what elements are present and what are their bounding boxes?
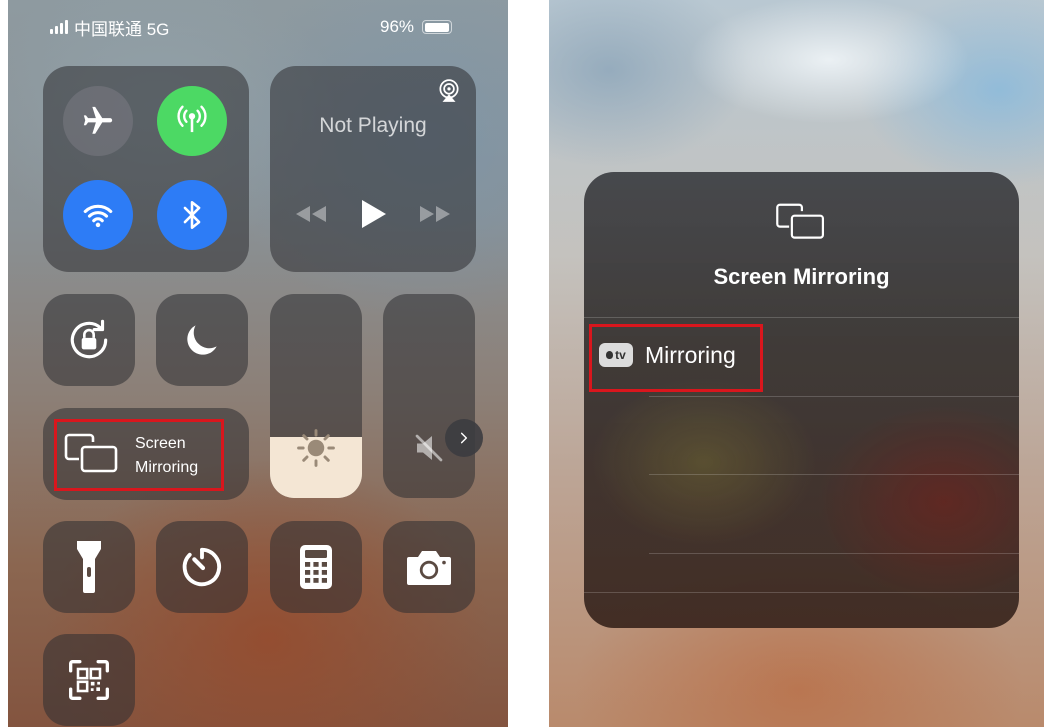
cellular-data-toggle[interactable] — [157, 86, 227, 156]
screen-mirroring-sheet: Screen Mirroring tv Mirroring — [584, 172, 1019, 628]
antenna-icon — [177, 105, 207, 133]
connectivity-tile — [43, 66, 249, 272]
sheet-title: Screen Mirroring — [713, 264, 890, 289]
bluetooth-icon — [183, 200, 201, 230]
airplane-mode-toggle[interactable] — [63, 86, 133, 156]
battery-percent: 96% — [380, 17, 415, 36]
now-playing-tile[interactable]: Not Playing — [270, 66, 476, 272]
screen-mirroring-icon — [776, 203, 825, 239]
calculator-icon — [300, 545, 332, 589]
qr-scanner-button[interactable] — [43, 634, 135, 726]
highlight-box-screen-mirroring — [54, 419, 224, 491]
divider — [584, 592, 1019, 593]
airplane-icon — [83, 106, 113, 134]
media-controls — [270, 198, 476, 230]
chevron-right-icon — [460, 432, 468, 444]
battery-icon — [422, 20, 453, 34]
rotation-lock-icon — [70, 319, 108, 359]
screen-mirroring-panel: Screen Mirroring tv Mirroring — [549, 0, 1044, 727]
divider — [649, 474, 1019, 475]
flashlight-button[interactable] — [43, 521, 135, 613]
brightness-slider[interactable] — [270, 294, 362, 498]
speaker-muted-icon — [415, 434, 443, 462]
signal-bars-icon — [50, 20, 68, 34]
moon-icon — [187, 325, 217, 355]
highlight-box-mirroring-device — [589, 324, 763, 392]
qr-code-icon — [69, 660, 109, 700]
expand-arrow-button[interactable] — [445, 419, 483, 457]
camera-button[interactable] — [383, 521, 475, 613]
divider — [649, 396, 1019, 397]
wifi-icon — [83, 204, 113, 228]
flashlight-icon — [77, 541, 101, 593]
orientation-lock-toggle[interactable] — [43, 294, 135, 386]
camera-icon — [407, 551, 451, 585]
airplay-audio-icon[interactable] — [436, 78, 462, 104]
fast-forward-icon[interactable] — [418, 204, 452, 224]
volume-slider[interactable] — [383, 294, 475, 498]
sun-icon — [297, 429, 335, 467]
now-playing-status: Not Playing — [319, 114, 427, 137]
divider — [649, 553, 1019, 554]
bluetooth-toggle[interactable] — [157, 180, 227, 250]
play-icon[interactable] — [358, 198, 388, 230]
wifi-toggle[interactable] — [63, 180, 133, 250]
carrier-label: 中国联通 5G — [74, 19, 170, 39]
status-bar-left: 中国联通 5G — [50, 14, 169, 40]
rewind-icon[interactable] — [294, 204, 328, 224]
control-center-panel: 中国联通 5G 96% Not Playing Screen Mirroring — [8, 0, 508, 727]
do-not-disturb-toggle[interactable] — [156, 294, 248, 386]
timer-button[interactable] — [156, 521, 248, 613]
calculator-button[interactable] — [270, 521, 362, 613]
timer-icon — [182, 547, 222, 587]
status-bar-right: 96% — [380, 14, 453, 40]
